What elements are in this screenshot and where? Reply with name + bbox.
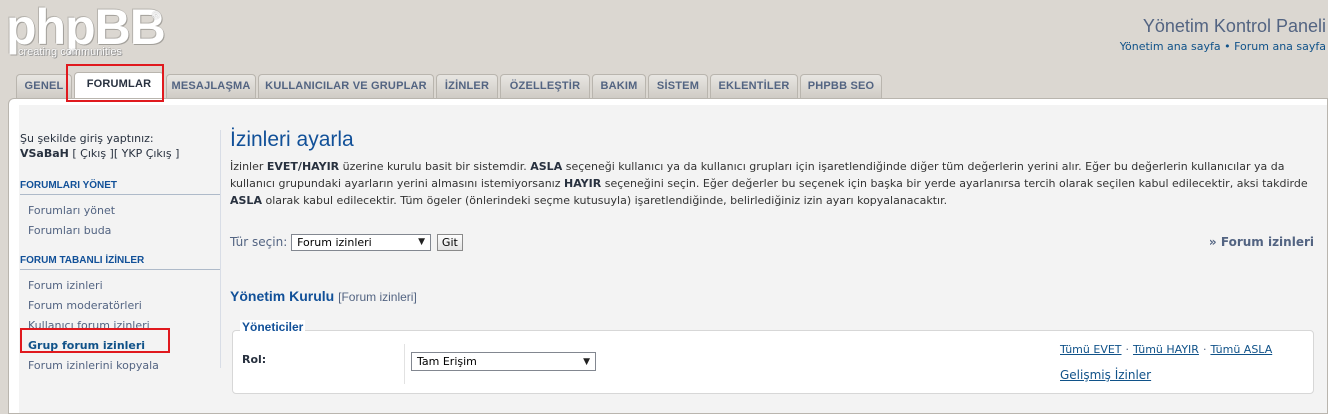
chevron-down-icon: ▼ xyxy=(583,357,590,367)
tab-sistem[interactable]: SİSTEM xyxy=(648,74,708,98)
menu-item-manage-forums[interactable]: Forumları yönet xyxy=(20,201,220,221)
type-select-label: Tür seçin: xyxy=(230,235,288,249)
tab-ozellestir[interactable]: ÖZELLEŞTİR xyxy=(500,74,590,98)
go-button[interactable]: Git xyxy=(436,234,463,251)
menu-item-prune-forums[interactable]: Forumları buda xyxy=(20,221,220,241)
page-title: İzinleri ayarla xyxy=(230,128,354,151)
tab-bakim[interactable]: BAKIM xyxy=(592,74,646,98)
administrators-legend: Yöneticiler xyxy=(240,320,306,334)
tab-kullanicilar-ve-gruplar[interactable]: KULLANICILAR VE GRUPLAR xyxy=(258,74,434,98)
all-no-link[interactable]: Tümü HAYIR xyxy=(1133,343,1199,356)
header-links[interactable]: Yönetim ana sayfa • Forum ana sayfa xyxy=(1120,40,1326,53)
menu-item-copy-forum-permissions[interactable]: Forum izinlerini kopyala xyxy=(20,356,220,376)
menu-section-forum-permissions: FORUM TABANLI İZİNLER xyxy=(20,255,220,270)
menu-item-forum-moderators[interactable]: Forum moderatörleri xyxy=(20,296,220,316)
tab-izinler[interactable]: İZİNLER xyxy=(436,74,498,98)
logo-registered-mark: ® xyxy=(152,10,161,22)
all-yes-link[interactable]: Tümü EVET xyxy=(1060,343,1122,356)
tab-mesajlasma[interactable]: MESAJLAŞMA xyxy=(166,74,256,98)
breadcrumb-current: Forum izinleri xyxy=(1220,235,1314,249)
separator: · xyxy=(1125,343,1130,356)
chevron-down-icon: ▼ xyxy=(418,237,426,247)
intro-text: İzinler EVET/HAYIR üzerine kurulu basit … xyxy=(230,160,1308,207)
login-user-line: VSaBaH [ Çıkış ][ YKP Çıkış ] xyxy=(20,147,220,160)
type-select-row: Tür seçin: Forum izinleri ▼ Git xyxy=(230,234,463,251)
separator: · xyxy=(1202,343,1207,356)
admin-board-subtitle: [Forum izinleri] xyxy=(338,290,417,304)
all-never-link[interactable]: Tümü ASLA xyxy=(1210,343,1272,356)
menu-item-forum-permissions[interactable]: Forum izinleri xyxy=(20,276,220,296)
tab-eklentiler[interactable]: EKLENTİLER xyxy=(710,74,798,98)
type-select[interactable]: Forum izinleri ▼ xyxy=(291,234,432,251)
administrators-fieldset xyxy=(232,330,1314,394)
quick-set-links: Tümü EVET · Tümü HAYIR · Tümü ASLA xyxy=(1060,343,1272,356)
phpbb-logo[interactable]: phpBB ® creating communities xyxy=(6,0,166,62)
breadcrumb: » Forum izinleri xyxy=(1209,235,1314,249)
role-select[interactable]: Tam Erişim ▼ xyxy=(411,352,596,371)
content-area: İzinleri ayarla İzinler EVET/HAYIR üzeri… xyxy=(230,128,1316,209)
tab-phpbb-seo[interactable]: PHPBB SEO xyxy=(800,74,882,98)
tab-genel[interactable]: GENEL xyxy=(16,74,72,98)
sidebar-divider xyxy=(220,130,221,368)
login-label: Şu şekilde giriş yaptınız: xyxy=(20,132,154,145)
acp-title: Yönetim Kontrol Paneli xyxy=(1142,16,1326,36)
logo-tagline: creating communities xyxy=(18,46,122,58)
role-column-divider xyxy=(404,344,405,384)
highlight-forumlar-tab xyxy=(66,64,164,102)
raquo-icon: » xyxy=(1208,235,1221,249)
admin-board-heading: Yönetim Kurulu [Forum izinleri] xyxy=(230,288,417,304)
advanced-permissions-link[interactable]: Gelişmiş İzinler xyxy=(1060,368,1151,382)
logout-links[interactable]: [ Çıkış ][ YKP Çıkış ] xyxy=(69,147,179,160)
highlight-group-forum-permissions xyxy=(20,328,170,353)
menu-section-forums: FORUMLARI YÖNET xyxy=(20,180,220,195)
username[interactable]: VSaBaH xyxy=(20,147,69,160)
role-label: Rol: xyxy=(242,353,267,366)
